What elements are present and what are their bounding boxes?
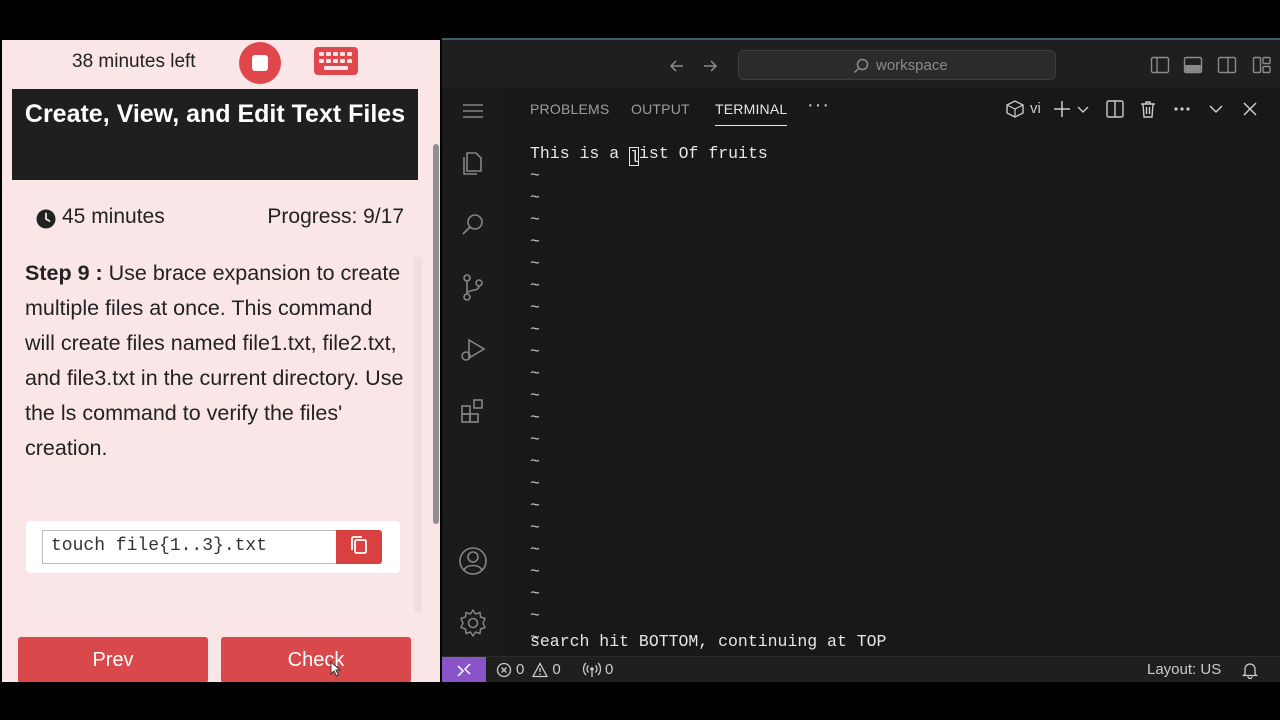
panel-tab-bar: PROBLEMS OUTPUT TERMINAL ··· vi: [504, 88, 1280, 130]
vi-tilde-line: ~: [530, 496, 540, 515]
ide-titlebar: workspace: [442, 38, 1280, 88]
remote-icon: [457, 663, 471, 677]
stop-lab-button[interactable]: [239, 42, 281, 84]
trash-icon[interactable]: [1138, 99, 1158, 119]
vi-status-line: search hit BOTTOM, continuing at TOP: [530, 632, 887, 651]
split-terminal-icon[interactable]: [1105, 99, 1125, 119]
arrow-right-icon[interactable]: [700, 56, 720, 76]
vi-tilde-line: ~: [530, 320, 540, 339]
step-label: Step 9 :: [25, 261, 103, 285]
run-debug-icon[interactable]: [456, 332, 490, 366]
problems-indicator[interactable]: 0 0: [496, 661, 561, 678]
error-count: 0: [516, 661, 525, 678]
tab-output[interactable]: OUTPUT: [631, 101, 690, 117]
chevron-down-icon[interactable]: [1206, 99, 1226, 119]
lab-panel: 38 minutes left Create, View, and Edit T…: [2, 40, 440, 682]
source-control-icon[interactable]: [456, 270, 490, 304]
vi-tilde-line: ~: [530, 254, 540, 273]
search-icon[interactable]: [456, 208, 490, 242]
vi-tilde-line: ~: [530, 298, 540, 317]
vi-tilde-line: ~: [530, 540, 540, 559]
step-scroll-track[interactable]: [414, 257, 422, 612]
close-icon[interactable]: [1240, 99, 1260, 119]
vi-tilde-line: ~: [530, 210, 540, 229]
prev-button[interactable]: Prev: [18, 637, 208, 682]
terminal-panel: PROBLEMS OUTPUT TERMINAL ··· vi This is …: [504, 88, 1280, 656]
terminal-cursor: l: [629, 147, 640, 167]
copy-command-button[interactable]: [336, 530, 382, 564]
terminal-line: This is a list Of fruits: [530, 144, 768, 167]
more-actions-icon[interactable]: [1172, 99, 1192, 119]
vi-tilde-line: ~: [530, 232, 540, 251]
command-box: touch file{1..3}.txt: [26, 521, 400, 573]
explorer-icon[interactable]: [456, 146, 490, 180]
settings-gear-icon[interactable]: [456, 606, 490, 640]
vi-tilde-line: ~: [530, 518, 540, 537]
error-icon: [496, 662, 512, 677]
lab-duration: 45 minutes: [62, 205, 165, 228]
vi-tilde-line: ~: [530, 452, 540, 471]
tab-terminal[interactable]: TERMINAL: [715, 101, 788, 126]
vi-tilde-line: ~: [530, 188, 540, 207]
warning-count: 0: [552, 661, 561, 678]
check-button[interactable]: Check: [221, 637, 411, 682]
more-tabs-button[interactable]: ···: [807, 94, 830, 117]
toggle-primary-sidebar-icon[interactable]: [1150, 56, 1170, 74]
terminal-text: This is a: [530, 144, 630, 163]
vi-tilde-line: ~: [530, 474, 540, 493]
vi-tilde-line: ~: [530, 386, 540, 405]
vi-tilde-line: ~: [530, 342, 540, 361]
search-label: workspace: [876, 57, 948, 74]
lab-header: 38 minutes left: [2, 40, 440, 86]
terminal-shell-name[interactable]: vi: [1030, 100, 1041, 120]
copy-icon: [351, 536, 367, 554]
search-icon: [853, 58, 869, 74]
account-icon[interactable]: [456, 544, 490, 578]
ports-indicator[interactable]: 0: [583, 661, 613, 678]
vi-tilde-line: ~: [530, 562, 540, 581]
lab-scrollbar[interactable]: [433, 144, 439, 524]
menu-icon[interactable]: [456, 94, 490, 128]
clock-icon: [36, 209, 56, 229]
broadcast-icon: [583, 662, 601, 677]
vi-tilde-line: ~: [530, 364, 540, 383]
toggle-secondary-sidebar-icon[interactable]: [1217, 56, 1237, 74]
keyboard-icon[interactable]: [312, 44, 360, 78]
vi-tilde-line: ~: [530, 166, 540, 185]
vi-tilde-line: ~: [530, 276, 540, 295]
new-terminal-icon[interactable]: [1052, 99, 1072, 119]
bell-icon[interactable]: [1241, 661, 1259, 679]
terminal-text: ist Of fruits: [639, 144, 768, 163]
vi-tilde-line: ~: [530, 606, 540, 625]
arrow-left-icon[interactable]: [667, 56, 687, 76]
command-center-search[interactable]: workspace: [738, 50, 1056, 80]
keyboard-layout[interactable]: Layout: US: [1147, 661, 1221, 678]
lab-meta-row: 45 minutes Progress: 9/17: [2, 202, 422, 232]
customize-layout-icon[interactable]: [1252, 56, 1272, 74]
port-count: 0: [605, 661, 614, 678]
warning-icon: [532, 661, 549, 677]
stop-icon: [252, 55, 268, 71]
vi-tilde-line: ~: [530, 584, 540, 603]
vi-tilde-line: ~: [530, 430, 540, 449]
command-text[interactable]: touch file{1..3}.txt: [42, 530, 336, 564]
ide-window: workspace PROBLEMS OUTPUT TERMINAL ··· v…: [442, 38, 1280, 682]
time-left-label: 38 minutes left: [72, 51, 196, 72]
toggle-panel-icon[interactable]: [1183, 56, 1203, 74]
tab-problems[interactable]: PROBLEMS: [530, 101, 609, 117]
mouse-pointer-icon: [330, 661, 342, 677]
remote-indicator[interactable]: [442, 657, 486, 682]
status-bar: 0 0 0 Layout: US: [442, 656, 1280, 682]
lab-title: Create, View, and Edit Text Files: [12, 89, 418, 180]
vi-tilde-line: ~: [530, 408, 540, 427]
chevron-down-icon[interactable]: [1076, 99, 1090, 119]
step-body: Use brace expansion to create multiple f…: [25, 261, 404, 460]
step-instructions: Step 9 : Use brace expansion to create m…: [25, 256, 405, 466]
activity-bar: [442, 88, 504, 656]
lab-progress: Progress: 9/17: [267, 205, 404, 228]
extensions-icon[interactable]: [456, 394, 490, 428]
terminal-shell-icon: [1006, 100, 1024, 118]
